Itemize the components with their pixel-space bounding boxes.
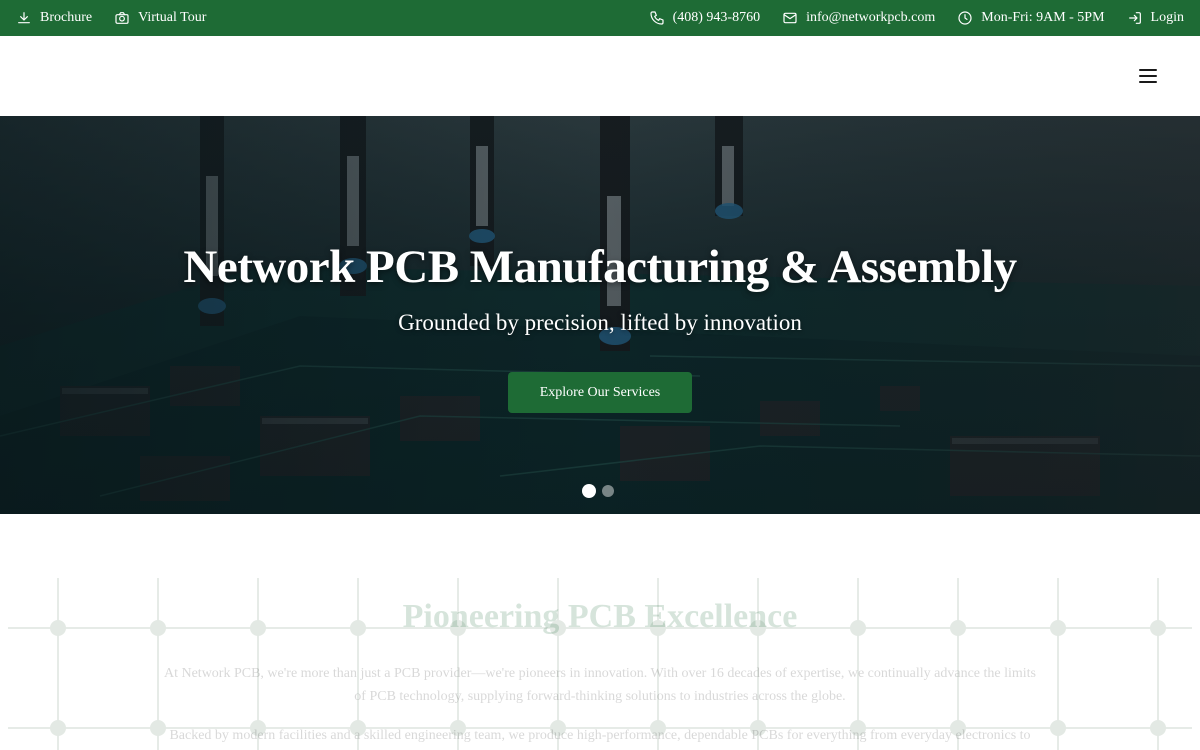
section-paragraph-1: At Network PCB, we're more than just a P… [163,666,1036,704]
camera-icon [115,12,129,24]
login-link[interactable]: Login [1127,10,1184,26]
virtual-tour-link[interactable]: Virtual Tour [114,10,206,26]
section-paragraph-2: Backed by modern facilities and a skille… [169,728,1031,743]
phone-link[interactable]: (408) 943-8760 [649,10,761,26]
top-bar-right: (408) 943-8760 info@networkpcb.com Mon-F… [649,10,1184,26]
login-label: Login [1150,10,1184,25]
menu-line [1139,69,1157,71]
hero-slider: Network PCB Manufacturing & Assembly Gro… [0,116,1200,514]
phone-label: (408) 943-8760 [672,10,761,25]
explore-services-button[interactable]: Explore Our Services [508,372,692,413]
download-icon [18,12,30,24]
business-hours: Mon-Fri: 9AM - 5PM [957,10,1105,26]
top-bar-left: Brochure Virtual Tour [16,10,206,26]
menu-line [1139,75,1157,77]
brochure-label: Brochure [40,10,93,25]
top-bar: Brochure Virtual Tour (408) 943-8760 inf… [0,0,1200,36]
intro-section: Pioneering PCB Excellence At Network PCB… [0,514,1200,750]
hero-title: Network PCB Manufacturing & Assembly [183,241,1017,293]
email-link[interactable]: info@networkpcb.com [782,10,935,26]
hours-label: Mon-Fri: 9AM - 5PM [981,10,1105,25]
hamburger-menu-icon[interactable] [1136,66,1160,86]
brochure-link[interactable]: Brochure [16,10,92,26]
slider-pagination [582,484,614,498]
section-title: Pioneering PCB Excellence [402,598,798,635]
site-header [0,36,1200,116]
email-label: info@networkpcb.com [806,10,936,25]
slide-dot-2[interactable] [602,485,614,497]
login-icon [1128,12,1141,24]
hero-subtitle: Grounded by precision, lifted by innovat… [398,310,802,335]
virtual-tour-label: Virtual Tour [138,10,207,25]
clock-icon [958,11,972,25]
slide-dot-1[interactable] [582,484,596,498]
menu-line [1139,81,1157,83]
mail-icon [783,12,797,24]
phone-icon [650,11,664,25]
